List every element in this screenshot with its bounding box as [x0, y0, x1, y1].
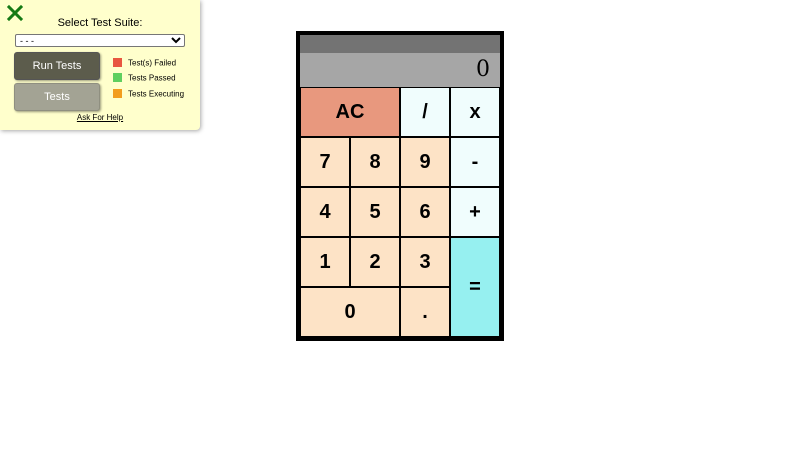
two-button[interactable]: 2: [350, 237, 400, 287]
divide-button[interactable]: /: [400, 87, 450, 137]
ask-for-help-link[interactable]: Ask For Help: [0, 113, 200, 122]
six-button[interactable]: 6: [400, 187, 450, 237]
legend-executing-label: Tests Executing: [128, 89, 185, 99]
nine-button[interactable]: 9: [400, 137, 450, 187]
zero-button[interactable]: 0: [300, 287, 400, 337]
legend-failed-label: Test(s) Failed: [128, 58, 177, 68]
failed-swatch: [113, 58, 122, 68]
multiply-button[interactable]: x: [450, 87, 500, 137]
legend-failed: Test(s) Failed: [113, 58, 177, 68]
eight-button[interactable]: 8: [350, 137, 400, 187]
passed-swatch: [113, 73, 122, 83]
legend-passed: Tests Passed: [113, 73, 176, 83]
four-button[interactable]: 4: [300, 187, 350, 237]
tests-button[interactable]: Tests: [14, 83, 100, 111]
equals-button[interactable]: =: [450, 237, 500, 337]
calculator: 0 AC / x 7 8 9 - 4 5 6 + 1 2 3 = 0 .: [296, 31, 504, 341]
seven-button[interactable]: 7: [300, 137, 350, 187]
legend-executing: Tests Executing: [113, 89, 185, 99]
run-tests-button[interactable]: Run Tests: [14, 52, 100, 80]
one-button[interactable]: 1: [300, 237, 350, 287]
test-suite-select[interactable]: - - -: [15, 34, 185, 47]
panel-title: Select Test Suite:: [57, 17, 143, 29]
subtract-button[interactable]: -: [450, 137, 500, 187]
legend-passed-label: Tests Passed: [128, 73, 176, 83]
add-button[interactable]: +: [450, 187, 500, 237]
test-panel: Select Test Suite: - - - Run Tests Tests…: [0, 0, 200, 130]
three-button[interactable]: 3: [400, 237, 450, 287]
five-button[interactable]: 5: [350, 187, 400, 237]
display-header: [300, 35, 500, 53]
decimal-button[interactable]: .: [400, 287, 450, 337]
executing-swatch: [113, 89, 122, 99]
clear-button[interactable]: AC: [300, 87, 400, 137]
calculator-display: 0: [300, 53, 500, 87]
